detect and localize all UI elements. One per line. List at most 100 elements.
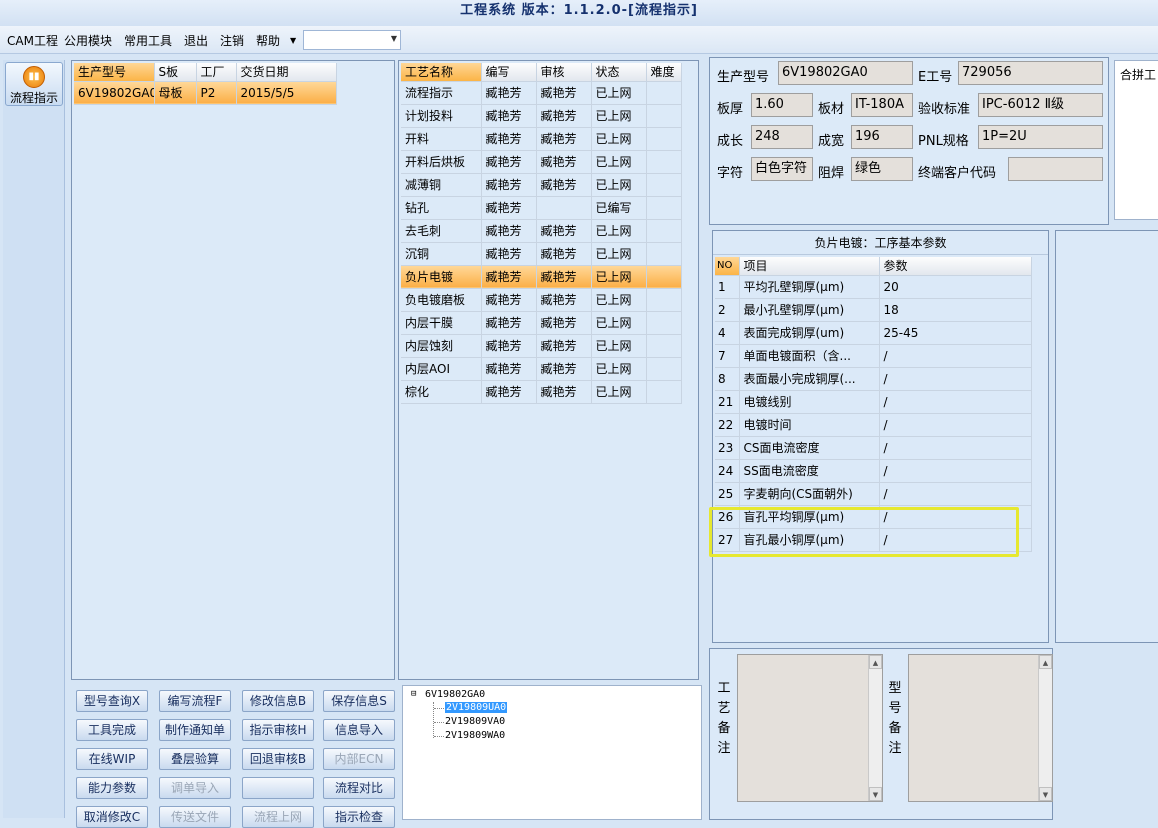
tree-collapse-icon[interactable]: ⊟ bbox=[411, 689, 416, 699]
table-row[interactable]: 6V19802GA0 母板 P2 2015/5/5 bbox=[74, 81, 337, 105]
tree-node[interactable]: 2V19809VA0 bbox=[445, 716, 505, 727]
col-value[interactable]: 参数 bbox=[879, 257, 1032, 276]
table-row[interactable]: 2 最小孔壁铜厚(μm) 18 bbox=[715, 298, 1032, 322]
scroll-down-icon[interactable]: ▼ bbox=[869, 787, 882, 801]
col-difficulty[interactable]: 难度 bbox=[646, 63, 682, 82]
table-row[interactable]: 8 表面最小完成铜厚(... / bbox=[715, 367, 1032, 391]
prod-model-field[interactable]: 6V19802GA0 bbox=[778, 61, 913, 85]
thickness-field[interactable]: 1.60 bbox=[751, 93, 813, 117]
scroll-down-icon[interactable]: ▼ bbox=[1039, 787, 1052, 801]
cell: 臧艳芳 bbox=[536, 357, 592, 381]
action-button[interactable]: 调单导入 bbox=[159, 777, 231, 799]
pnl-field[interactable]: 1P=2U bbox=[978, 125, 1103, 149]
action-button[interactable]: 编写流程F bbox=[159, 690, 231, 712]
table-row[interactable]: 内层干膜 臧艳芳 臧艳芳 已上网 bbox=[401, 311, 682, 335]
action-button[interactable]: 取消修改C bbox=[76, 806, 148, 828]
action-button[interactable]: 能力参数 bbox=[76, 777, 148, 799]
col-status[interactable]: 状态 bbox=[591, 63, 647, 82]
length-field[interactable]: 248 bbox=[751, 125, 813, 149]
action-button[interactable]: 制作通知单 bbox=[159, 719, 231, 741]
mask-field[interactable]: 绿色 bbox=[851, 157, 913, 181]
table-row[interactable]: 25 字麦朝向(CS面朝外) / bbox=[715, 482, 1032, 506]
col-delivery-date[interactable]: 交货日期 bbox=[236, 63, 337, 82]
table-row[interactable]: 减薄铜 臧艳芳 臧艳芳 已上网 bbox=[401, 173, 682, 197]
tree-line bbox=[434, 708, 444, 709]
table-row[interactable]: 开料后烘板 臧艳芳 臧艳芳 已上网 bbox=[401, 150, 682, 174]
char-field[interactable]: 白色字符 bbox=[751, 157, 813, 181]
table-row[interactable]: 流程指示 臧艳芳 臧艳芳 已上网 bbox=[401, 81, 682, 105]
cell: 臧艳芳 bbox=[481, 357, 537, 381]
table-row[interactable]: 沉铜 臧艳芳 臧艳芳 已上网 bbox=[401, 242, 682, 266]
table-row[interactable]: 4 表面完成铜厚(um) 25-45 bbox=[715, 321, 1032, 345]
col-process-name[interactable]: 工艺名称 bbox=[401, 63, 482, 82]
menu-help[interactable]: 帮助 bbox=[256, 32, 280, 49]
col-author[interactable]: 编写 bbox=[481, 63, 537, 82]
cell: SS面电流密度 bbox=[739, 459, 880, 483]
action-button[interactable]: 回退审核B bbox=[242, 748, 314, 770]
tree-root[interactable]: 6V19802GA0 bbox=[425, 689, 485, 700]
action-button[interactable]: 指示审核H bbox=[242, 719, 314, 741]
col-no[interactable]: NO bbox=[715, 257, 740, 276]
col-prod-model[interactable]: 生产型号 bbox=[74, 63, 155, 82]
cell bbox=[646, 357, 682, 381]
craft-remark-field[interactable]: ▲ ▼ bbox=[737, 654, 883, 802]
table-row[interactable]: 21 电镀线别 / bbox=[715, 390, 1032, 414]
col-factory[interactable]: 工厂 bbox=[196, 63, 237, 82]
table-row[interactable]: 内层蚀刻 臧艳芳 臧艳芳 已上网 bbox=[401, 334, 682, 358]
col-item[interactable]: 项目 bbox=[739, 257, 880, 276]
action-button[interactable]: 修改信息B bbox=[242, 690, 314, 712]
table-row[interactable]: 内层AOI 臧艳芳 臧艳芳 已上网 bbox=[401, 357, 682, 381]
table-row[interactable]: 负电镀磨板 臧艳芳 臧艳芳 已上网 bbox=[401, 288, 682, 312]
model-remark-field[interactable]: ▲ ▼ bbox=[908, 654, 1053, 802]
action-button[interactable]: 信息导入 bbox=[323, 719, 395, 741]
action-button[interactable]: 流程对比 bbox=[323, 777, 395, 799]
material-field[interactable]: IT-180A bbox=[851, 93, 913, 117]
table-row[interactable]: 去毛刺 臧艳芳 臧艳芳 已上网 bbox=[401, 219, 682, 243]
menu-exit[interactable]: 退出 bbox=[184, 32, 208, 49]
menu-cam[interactable]: CAM工程 bbox=[7, 32, 58, 49]
action-button[interactable]: 流程上网 bbox=[242, 806, 314, 828]
table-row[interactable]: 7 单面电镀面积（含... / bbox=[715, 344, 1032, 368]
cell: 臧艳芳 bbox=[481, 380, 537, 404]
action-button[interactable] bbox=[242, 777, 314, 799]
menu-logout[interactable]: 注销 bbox=[220, 32, 244, 49]
col-reviewer[interactable]: 审核 bbox=[536, 63, 592, 82]
craft-remark-scrollbar[interactable]: ▲ ▼ bbox=[868, 655, 882, 801]
action-button[interactable]: 型号查询X bbox=[76, 690, 148, 712]
action-button[interactable]: 工具完成 bbox=[76, 719, 148, 741]
width-field[interactable]: 196 bbox=[851, 125, 913, 149]
action-button[interactable]: 指示检查 bbox=[323, 806, 395, 828]
table-row[interactable]: 23 CS面电流密度 / bbox=[715, 436, 1032, 460]
table-row[interactable]: 开料 臧艳芳 臧艳芳 已上网 bbox=[401, 127, 682, 151]
table-row[interactable]: 负片电镀 臧艳芳 臧艳芳 已上网 bbox=[401, 265, 682, 289]
flow-indicator-button[interactable]: ▮▮ 流程指示 bbox=[5, 62, 63, 106]
action-button[interactable]: 保存信息S bbox=[323, 690, 395, 712]
window-title: 工程系统 版本：1.1.2.0-[流程指示] bbox=[0, 0, 1158, 26]
customer-field[interactable] bbox=[1008, 157, 1103, 181]
tree-node[interactable]: 2V19809WA0 bbox=[445, 730, 505, 741]
table-row[interactable]: 1 平均孔壁铜厚(μm) 20 bbox=[715, 275, 1032, 299]
menu-combo[interactable]: ▼ bbox=[303, 30, 401, 50]
action-button[interactable]: 在线WIP bbox=[76, 748, 148, 770]
table-row[interactable]: 钻孔 臧艳芳 已编写 bbox=[401, 196, 682, 220]
table-row[interactable]: 计划投料 臧艳芳 臧艳芳 已上网 bbox=[401, 104, 682, 128]
tree-node[interactable]: 2V19809UA0 bbox=[445, 702, 508, 713]
scroll-up-icon[interactable]: ▲ bbox=[869, 655, 882, 669]
action-button[interactable]: 叠层验算 bbox=[159, 748, 231, 770]
scroll-up-icon[interactable]: ▲ bbox=[1039, 655, 1052, 669]
params-title: 负片电镀：工序基本参数 bbox=[713, 231, 1048, 255]
table-row[interactable]: 22 电镀时间 / bbox=[715, 413, 1032, 437]
action-button[interactable]: 传送文件 bbox=[159, 806, 231, 828]
menu-common-tools[interactable]: 常用工具 bbox=[124, 32, 172, 49]
table-row[interactable]: 棕化 臧艳芳 臧艳芳 已上网 bbox=[401, 380, 682, 404]
model-remark-scrollbar[interactable]: ▲ ▼ bbox=[1038, 655, 1052, 801]
col-s-board[interactable]: S板 bbox=[154, 63, 197, 82]
action-button[interactable]: 内部ECN bbox=[323, 748, 395, 770]
flow-indicator-label: 流程指示 bbox=[9, 91, 58, 105]
help-dropdown-icon[interactable]: ▼ bbox=[290, 36, 296, 45]
menu-common-module[interactable]: 公用模块 bbox=[64, 32, 112, 49]
standard-field[interactable]: IPC-6012 Ⅱ级 bbox=[978, 93, 1103, 117]
combine-label: 合拼工 bbox=[1120, 68, 1157, 82]
table-row[interactable]: 24 SS面电流密度 / bbox=[715, 459, 1032, 483]
eno-field[interactable]: 729056 bbox=[958, 61, 1103, 85]
